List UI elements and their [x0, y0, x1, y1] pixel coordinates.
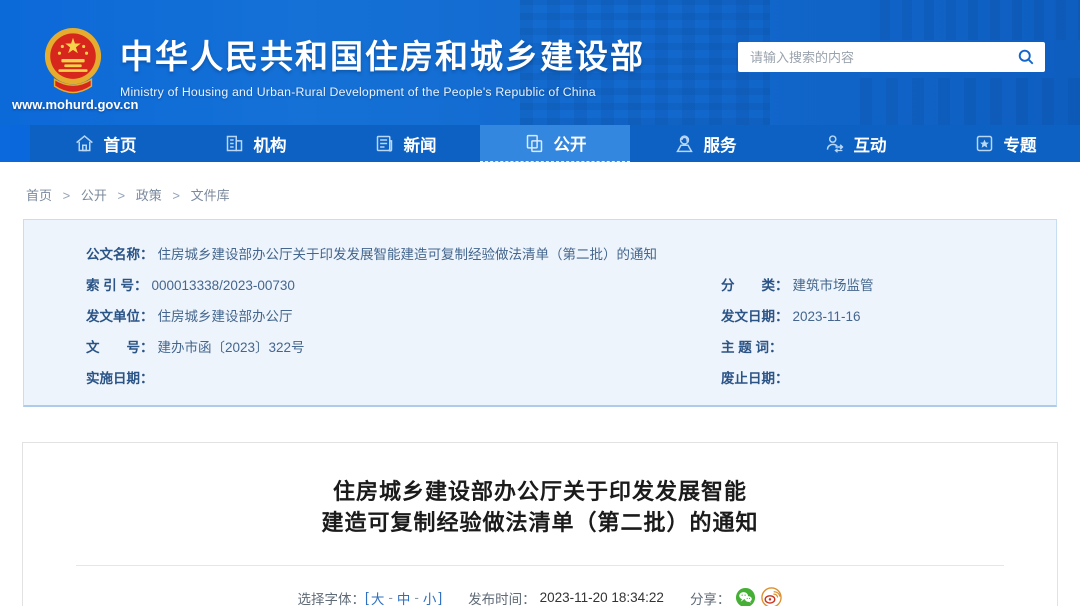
service-icon	[674, 133, 695, 154]
article-card: 住房城乡建设部办公厅关于印发发展智能 建造可复制经验做法清单（第二批）的通知 选…	[22, 442, 1058, 606]
meta-category: 分 类： 建筑市场监管	[721, 274, 1056, 294]
nav-label: 新闻	[404, 132, 437, 156]
meta-label: 公文名称：	[86, 243, 154, 263]
publish-time-group: 发布时间： 2023-11-20 18:34:22	[468, 588, 664, 606]
breadcrumb-separator: >	[118, 188, 126, 203]
font-size-medium[interactable]: 中	[397, 588, 411, 606]
topic-star-icon	[974, 133, 995, 154]
main-nav-strip: 首页 机构 新闻 公开	[0, 125, 1080, 162]
meta-issue-date: 发文日期： 2023-11-16	[721, 305, 1056, 325]
main-nav: 首页 机构 新闻 公开	[30, 125, 1080, 162]
meta-value: 2023-11-16	[793, 309, 861, 324]
nav-item-home[interactable]: 首页	[30, 125, 180, 162]
meta-label: 文 号：	[86, 336, 154, 356]
building-photo-texture	[880, 0, 1080, 40]
title-divider	[76, 565, 1004, 566]
nav-label: 互动	[854, 132, 887, 156]
breadcrumb: 首页 > 公开 > 政策 > 文件库	[0, 162, 1080, 219]
nav-label: 机构	[254, 132, 287, 156]
font-size-large[interactable]: 大	[371, 588, 385, 606]
meta-subject-words: 主 题 词：	[721, 336, 1056, 356]
organization-icon	[224, 133, 245, 154]
china-national-emblem-icon	[42, 24, 104, 101]
weibo-icon[interactable]	[761, 587, 782, 606]
bracket-close: ]	[438, 590, 442, 605]
home-icon	[74, 133, 95, 154]
building-photo-texture	[860, 78, 1080, 125]
breadcrumb-separator: >	[172, 188, 180, 203]
meta-value: 建办市函〔2023〕322号	[158, 336, 305, 356]
meta-doc-number: 文 号： 建办市函〔2023〕322号	[24, 336, 721, 356]
meta-index-number: 索 引 号： 000013338/2023-00730	[24, 274, 721, 294]
news-icon	[374, 133, 395, 154]
publish-time-label: 发布时间：	[468, 588, 536, 606]
site-header: www.mohurd.gov.cn 中华人民共和国住房和城乡建设部 Minist…	[0, 0, 1080, 125]
nav-item-news[interactable]: 新闻	[330, 125, 480, 162]
breadcrumb-policy[interactable]: 政策	[136, 188, 162, 203]
article-title-line2: 建造可复制经验做法清单（第二批）的通知	[23, 507, 1057, 538]
meta-label: 分 类：	[721, 274, 789, 294]
disclosure-icon	[524, 133, 545, 154]
nav-item-topics[interactable]: 专题	[930, 125, 1080, 162]
font-size-separator: -	[388, 590, 393, 605]
breadcrumb-current: 文件库	[191, 188, 230, 203]
nav-label: 服务	[704, 132, 737, 156]
meta-label: 索 引 号：	[86, 274, 148, 294]
meta-effective-date: 实施日期：	[24, 367, 721, 387]
breadcrumb-home[interactable]: 首页	[26, 188, 52, 203]
search-input[interactable]	[738, 50, 1007, 65]
nav-item-service[interactable]: 服务	[630, 125, 780, 162]
nav-item-disclosure[interactable]: 公开	[480, 125, 630, 162]
breadcrumb-disclosure[interactable]: 公开	[81, 188, 107, 203]
meta-value: 住房城乡建设部办公厅关于印发发展智能建造可复制经验做法清单（第二批）的通知	[158, 243, 658, 263]
nav-item-organization[interactable]: 机构	[180, 125, 330, 162]
share-group: 分享：	[690, 587, 783, 606]
ministry-title-cn: 中华人民共和国住房和城乡建设部	[120, 30, 645, 78]
document-meta-panel: 公文名称： 住房城乡建设部办公厅关于印发发展智能建造可复制经验做法清单（第二批）…	[23, 219, 1057, 407]
meta-doc-name: 公文名称： 住房城乡建设部办公厅关于印发发展智能建造可复制经验做法清单（第二批）…	[24, 243, 1056, 263]
nav-label: 公开	[554, 131, 587, 155]
breadcrumb-separator: >	[63, 188, 71, 203]
article-title: 住房城乡建设部办公厅关于印发发展智能 建造可复制经验做法清单（第二批）的通知	[23, 476, 1057, 538]
meta-value: 建筑市场监管	[793, 274, 874, 294]
publish-time-value: 2023-11-20 18:34:22	[540, 590, 664, 605]
search-icon[interactable]	[1007, 42, 1045, 72]
wechat-icon[interactable]	[735, 587, 756, 606]
site-url: www.mohurd.gov.cn	[12, 97, 138, 112]
meta-label: 发文日期：	[721, 305, 789, 325]
nav-label: 专题	[1004, 132, 1037, 156]
meta-repeal-date: 废止日期：	[721, 367, 1056, 387]
search-box	[738, 42, 1045, 72]
ministry-title-en: Ministry of Housing and Urban-Rural Deve…	[120, 85, 645, 99]
meta-label: 实施日期：	[86, 367, 154, 387]
meta-value: 住房城乡建设部办公厅	[158, 305, 293, 325]
article-title-line1: 住房城乡建设部办公厅关于印发发展智能	[23, 476, 1057, 507]
font-select-label: 选择字体：	[298, 588, 366, 606]
nav-label: 首页	[104, 132, 137, 156]
nav-item-interaction[interactable]: 互动	[780, 125, 930, 162]
font-size-small[interactable]: 小	[423, 588, 437, 606]
meta-label: 发文单位：	[86, 305, 154, 325]
font-size-selector: 选择字体： [ 大 - 中 - 小 ]	[298, 588, 443, 606]
article-meta-row: 选择字体： [ 大 - 中 - 小 ] 发布时间： 2023-11-20 18:…	[23, 587, 1057, 606]
meta-issuing-unit: 发文单位： 住房城乡建设部办公厅	[24, 305, 721, 325]
font-size-separator: -	[414, 590, 419, 605]
meta-label: 废止日期：	[721, 367, 789, 387]
meta-value: 000013338/2023-00730	[152, 278, 295, 293]
meta-label: 主 题 词：	[721, 336, 783, 356]
interaction-icon	[824, 133, 845, 154]
share-label: 分享：	[690, 588, 731, 606]
bracket-open: [	[365, 590, 369, 605]
